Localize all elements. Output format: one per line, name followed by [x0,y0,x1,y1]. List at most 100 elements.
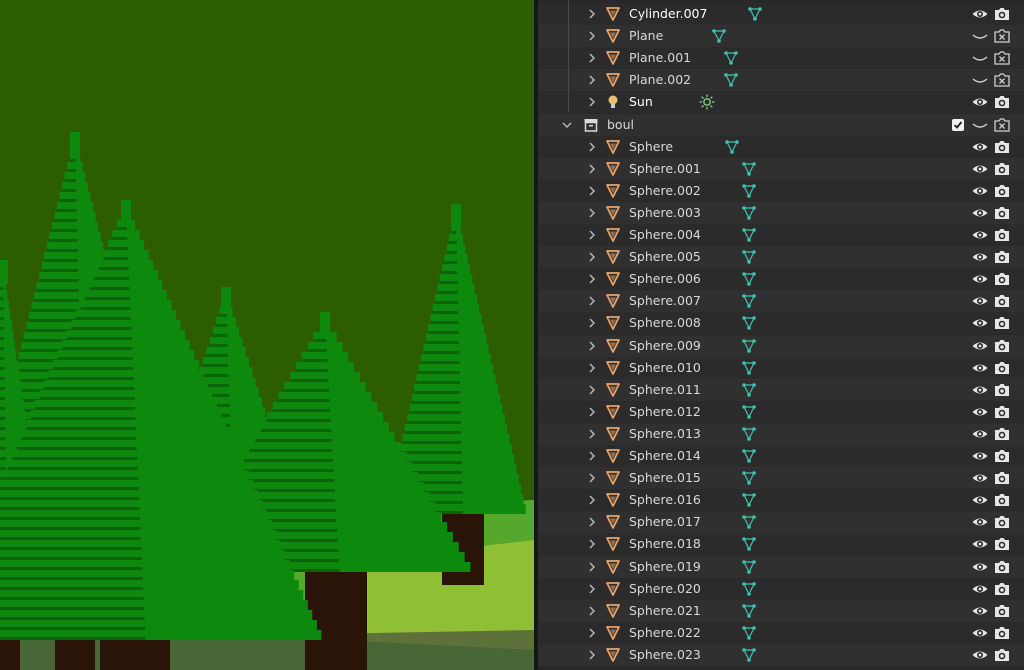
outliner-item-label[interactable]: Sphere.016 [629,492,701,508]
outliner-row[interactable]: Sphere.005 [538,246,1024,269]
outliner-item-label[interactable]: Sphere.014 [629,448,701,464]
outliner-row[interactable]: Sphere.001 [538,157,1024,180]
camera-icon[interactable] [993,448,1011,464]
outliner-row[interactable]: Sphere.011 [538,378,1024,401]
outliner-row[interactable]: Sphere.008 [538,312,1024,335]
mesh-data-icon[interactable] [741,183,757,199]
chevron-right-icon[interactable] [586,51,598,65]
outliner-item-label[interactable]: Sphere.011 [629,382,701,398]
mesh-data-icon[interactable] [741,625,757,641]
outliner-row[interactable]: Sphere.016 [538,489,1024,512]
outliner-row[interactable]: Cylinder.007 [538,3,1024,25]
eye-icon[interactable] [971,581,989,597]
mesh-data-icon[interactable] [741,227,757,243]
mesh-data-icon[interactable] [741,647,757,663]
camera-icon[interactable] [993,293,1011,309]
mesh-data-icon[interactable] [741,271,757,287]
camera-icon[interactable] [993,315,1011,331]
3d-viewport[interactable] [0,0,534,670]
outliner-item-label[interactable]: Sphere.008 [629,315,701,331]
mesh-data-icon[interactable] [741,514,757,530]
eye-icon[interactable] [971,161,989,177]
mesh-data-icon[interactable] [741,603,757,619]
camera-icon[interactable] [993,470,1011,486]
outliner-item-label[interactable]: Sphere.012 [629,404,701,420]
eye-icon[interactable] [971,404,989,420]
chevron-right-icon[interactable] [586,95,598,109]
outliner-row[interactable]: Sphere.012 [538,400,1024,423]
outliner-item-label[interactable]: Sphere.007 [629,293,701,309]
eye-icon[interactable] [971,227,989,243]
eye-icon[interactable] [971,94,989,110]
outliner-row[interactable]: Sphere.015 [538,467,1024,490]
eye-icon[interactable] [971,514,989,530]
outliner-item-label[interactable]: Sphere.004 [629,227,701,243]
camera-icon[interactable] [993,382,1011,398]
chevron-right-icon[interactable] [586,228,598,242]
camera-icon[interactable] [993,205,1011,221]
outliner-item-label[interactable]: Cylinder.007 [629,6,707,22]
chevron-right-icon[interactable] [586,73,598,87]
outliner-item-label[interactable]: Plane.002 [629,72,691,88]
chevron-right-icon[interactable] [586,316,598,330]
outliner-item-label[interactable]: Sphere.006 [629,271,701,287]
collection-row[interactable]: boul [538,113,1024,136]
mesh-data-icon[interactable] [723,72,739,88]
mesh-data-icon[interactable] [741,470,757,486]
camera-icon[interactable] [993,139,1011,155]
outliner-item-label[interactable]: Sphere.010 [629,360,701,376]
eye-icon[interactable] [971,536,989,552]
chevron-right-icon[interactable] [586,361,598,375]
camera-icon[interactable] [993,581,1011,597]
outliner-row[interactable]: Sphere.017 [538,511,1024,534]
outliner-row[interactable]: Plane [538,25,1024,48]
camera-icon[interactable] [993,6,1011,22]
outliner-row[interactable]: Sphere.022 [538,621,1024,644]
eye-icon[interactable] [971,271,989,287]
camera-icon[interactable] [993,227,1011,243]
chevron-right-icon[interactable] [586,471,598,485]
mesh-data-icon[interactable] [741,338,757,354]
outliner-row[interactable]: Sphere.014 [538,445,1024,467]
mesh-data-icon[interactable] [741,293,757,309]
chevron-right-icon[interactable] [586,162,598,176]
sun-light-data-icon[interactable] [699,94,715,110]
camera-icon[interactable] [993,603,1011,619]
mesh-data-icon[interactable] [741,205,757,221]
chevron-right-icon[interactable] [586,29,598,43]
outliner-item-label[interactable]: Sphere.022 [629,625,701,641]
chevron-right-icon[interactable] [586,515,598,529]
eye-closed-icon[interactable] [971,117,989,133]
camera-icon[interactable] [993,271,1011,287]
eye-icon[interactable] [971,470,989,486]
eye-icon[interactable] [971,426,989,442]
chevron-right-icon[interactable] [586,140,598,154]
outliner-row[interactable]: Sphere.006 [538,268,1024,291]
mesh-data-icon[interactable] [741,315,757,331]
chevron-right-icon[interactable] [586,383,598,397]
outliner-item-label[interactable]: Plane [629,28,663,44]
chevron-right-icon[interactable] [586,184,598,198]
mesh-data-icon[interactable] [747,6,763,22]
outliner-row[interactable]: Sphere.018 [538,533,1024,556]
chevron-right-icon[interactable] [586,582,598,596]
eye-icon[interactable] [971,647,989,663]
outliner-row[interactable]: Sphere.020 [538,577,1024,600]
eye-icon[interactable] [971,492,989,508]
mesh-data-icon[interactable] [711,28,727,44]
chevron-right-icon[interactable] [586,7,598,21]
camera-icon[interactable] [993,625,1011,641]
outliner-item-label[interactable]: Sphere.001 [629,161,701,177]
mesh-data-icon[interactable] [741,426,757,442]
chevron-right-icon[interactable] [586,405,598,419]
camera-disabled-icon[interactable] [993,72,1011,88]
outliner-item-label[interactable]: boul [607,117,634,133]
outliner-row[interactable]: Sphere.009 [538,334,1024,357]
chevron-right-icon[interactable] [586,493,598,507]
outliner-row[interactable]: Plane.002 [538,69,1024,92]
camera-icon[interactable] [993,492,1011,508]
outliner-item-label[interactable]: Sphere.019 [629,559,701,575]
eye-icon[interactable] [971,139,989,155]
chevron-right-icon[interactable] [586,537,598,551]
camera-icon[interactable] [993,404,1011,420]
